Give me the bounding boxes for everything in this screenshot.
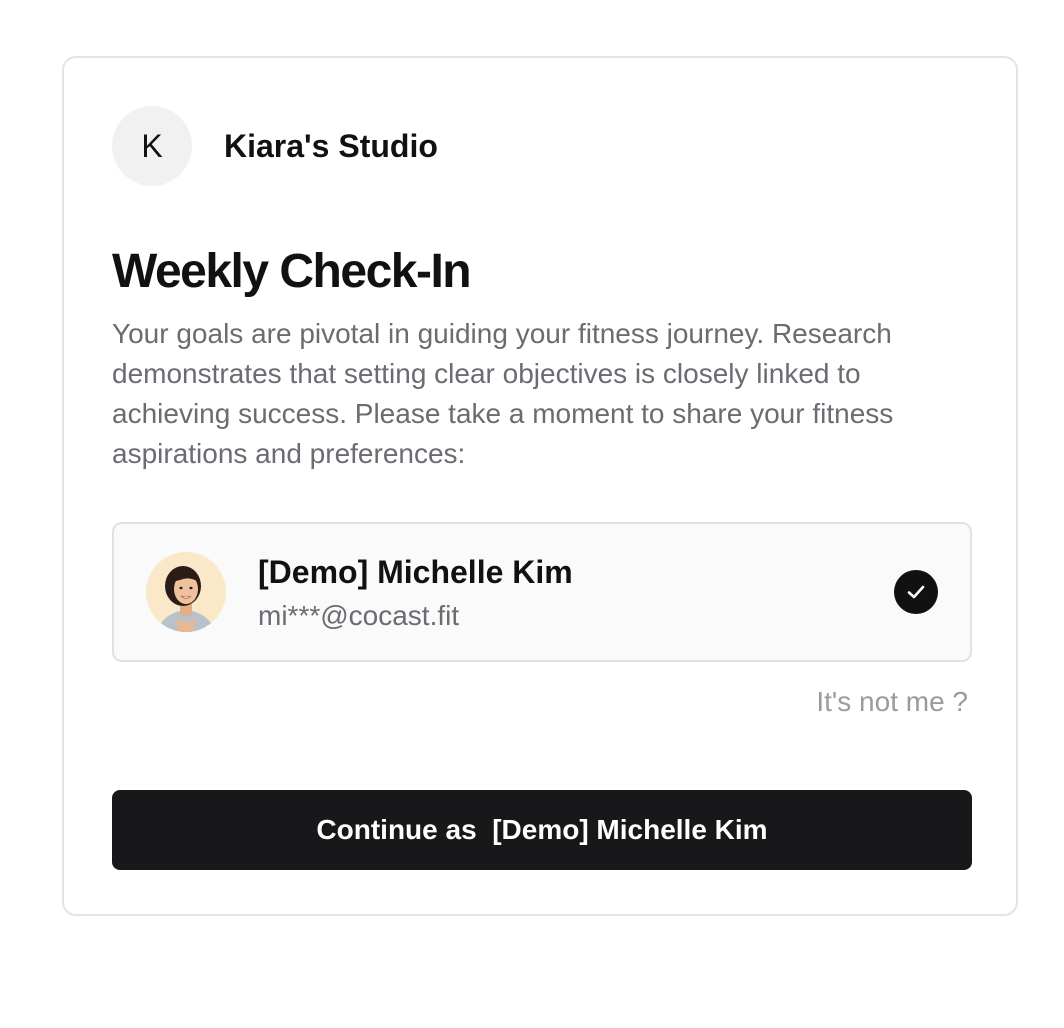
account-card[interactable]: [Demo] Michelle Kim mi***@cocast.fit — [112, 522, 972, 662]
check-icon — [894, 570, 938, 614]
user-photo-icon — [146, 552, 226, 632]
checkin-card: K Kiara's Studio Weekly Check-In Your go… — [62, 56, 1018, 916]
page-description: Your goals are pivotal in guiding your f… — [112, 318, 894, 469]
not-me-link[interactable]: It's not me ? — [816, 682, 968, 722]
avatar — [146, 552, 226, 632]
page-title: Weekly Check-In — [112, 245, 472, 298]
continue-prefix: Continue as — [316, 814, 477, 845]
account-name: [Demo] Michelle Kim — [258, 554, 573, 590]
studio-avatar: K — [112, 106, 192, 186]
studio-name: Kiara's Studio — [224, 127, 438, 164]
studio-header: K Kiara's Studio — [112, 106, 438, 186]
account-email: mi***@cocast.fit — [258, 600, 460, 631]
continue-name: [Demo] Michelle Kim — [492, 814, 768, 845]
studio-initial: K — [141, 127, 163, 164]
continue-button[interactable]: Continue as [Demo] Michelle Kim — [112, 790, 972, 870]
